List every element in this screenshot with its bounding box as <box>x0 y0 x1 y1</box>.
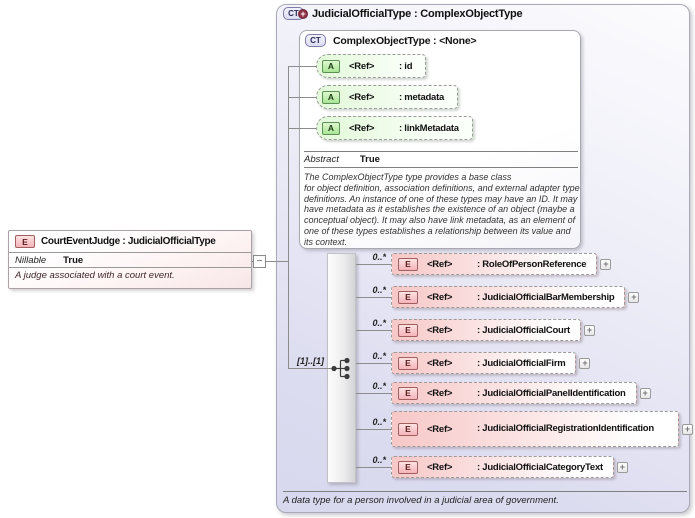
element-icon: E <box>398 323 418 337</box>
element-name: : JudicialOfficialRegistrationIdentifica… <box>477 423 654 435</box>
element-icon: E <box>398 386 418 400</box>
cardinality-label: 0..* <box>372 351 386 361</box>
attribute-ref: <Ref> <box>349 91 375 103</box>
element-icon: E <box>398 257 418 271</box>
attribute-icon: A <box>322 90 340 104</box>
element-box[interactable]: E <Ref> : RoleOfPersonReference <box>391 253 598 275</box>
element-name: : JudicialOfficialBarMembership <box>477 291 615 303</box>
cardinality-label: 0..* <box>372 285 386 295</box>
element-icon: E <box>398 422 418 436</box>
attribute-ref: <Ref> <box>349 60 375 72</box>
attribute-ref: <Ref> <box>349 122 375 134</box>
attribute-name: : id <box>399 60 413 72</box>
nillable-property-row: Nillable True <box>9 253 251 268</box>
element-row-judicialofficialpanelidentification: E <Ref> : JudicialOfficialPanelIdentific… <box>391 382 651 404</box>
property-label: Nillable <box>15 254 47 266</box>
expand-plus-button[interactable]: + <box>682 423 693 435</box>
element-name: : RoleOfPersonReference <box>477 258 587 270</box>
element-ref: <Ref> <box>427 357 453 369</box>
property-label: Abstract <box>304 154 339 165</box>
cardinality-label: 0..* <box>372 381 386 391</box>
element-ref: <Ref> <box>427 291 453 303</box>
derivation-plus-badge: + <box>298 9 308 19</box>
attribute-box-linkmetadata[interactable]: A <Ref> : linkMetadata <box>316 116 473 140</box>
element-box[interactable]: E <Ref> : JudicialOfficialCourt <box>391 319 581 341</box>
element-row-judicialofficialregistrationidentification: E <Ref> : JudicialOfficialRegistrationId… <box>391 411 693 447</box>
element-box[interactable]: E <Ref> : JudicialOfficialCategoryText <box>391 456 614 478</box>
left-element-annotation: A judge associated with a court event. <box>15 270 175 281</box>
element-row-roleofpersonreference: E <Ref> : RoleOfPersonReference + <box>391 253 612 275</box>
element-row-judicialofficialfirm: E <Ref> : JudicialOfficialFirm + <box>391 352 591 374</box>
cardinality-label: 0..* <box>372 252 386 262</box>
cardinality-label: 0..* <box>372 455 386 465</box>
property-value: True <box>63 254 84 266</box>
element-name: : JudicialOfficialFirm <box>477 357 566 369</box>
element-icon: E <box>398 460 418 474</box>
element-icon: E <box>15 235 35 248</box>
attribute-box-metadata[interactable]: A <Ref> : metadata <box>316 85 459 109</box>
attribute-icon: A <box>322 59 340 73</box>
expand-plus-button[interactable]: + <box>628 291 640 303</box>
expand-plus-button[interactable]: + <box>583 324 595 336</box>
schema-diagram: CT + JudicialOfficialType : ComplexObjec… <box>0 0 695 518</box>
expand-plus-button[interactable]: + <box>616 461 628 473</box>
abstract-property-row: Abstract True <box>304 151 578 168</box>
complex-type-icon: CT <box>305 34 326 47</box>
expand-plus-button[interactable]: + <box>600 258 612 270</box>
element-name: : JudicialOfficialCategoryText <box>477 461 603 473</box>
expand-plus-button[interactable]: + <box>579 357 591 369</box>
base-type-annotation: The ComplexObjectType type provides a ba… <box>304 172 580 247</box>
element-name: : JudicialOfficialPanelIdentification <box>477 387 626 399</box>
base-type-title: ComplexObjectType : <None> <box>333 34 477 47</box>
element-ref: <Ref> <box>427 423 453 435</box>
element-box[interactable]: E <Ref> : JudicialOfficialFirm <box>391 352 577 374</box>
element-icon: E <box>398 290 418 304</box>
attribute-name: : metadata <box>399 91 445 103</box>
collapse-minus-button[interactable]: − <box>253 255 266 268</box>
complex-type-derived-icon: CT + <box>283 7 308 20</box>
element-ref: <Ref> <box>427 324 453 336</box>
sequence-cardinality-label: [1]..[1] <box>297 356 324 366</box>
type-annotation: A data type for a person involved in a j… <box>283 491 687 506</box>
element-box-courteventjudge[interactable]: E CourtEventJudge : JudicialOfficialType… <box>8 230 252 289</box>
element-row-judicialofficialcategorytext: E <Ref> : JudicialOfficialCategoryText + <box>391 456 628 478</box>
element-ref: <Ref> <box>427 387 453 399</box>
attribute-box-id[interactable]: A <Ref> : id <box>316 54 427 78</box>
cardinality-label: 0..* <box>372 417 386 427</box>
cardinality-label: 0..* <box>372 318 386 328</box>
expand-plus-button[interactable]: + <box>639 387 651 399</box>
element-box[interactable]: E <Ref> : JudicialOfficialBarMembership <box>391 286 626 308</box>
element-box[interactable]: E <Ref> : JudicialOfficialRegistrationId… <box>391 411 679 447</box>
element-ref: <Ref> <box>427 258 453 270</box>
element-icon: E <box>398 356 418 370</box>
element-ref: <Ref> <box>427 461 453 473</box>
element-row-judicialofficialcourt: E <Ref> : JudicialOfficialCourt + <box>391 319 595 341</box>
element-name: : JudicialOfficialCourt <box>477 324 570 336</box>
attribute-icon: A <box>322 121 340 135</box>
element-box[interactable]: E <Ref> : JudicialOfficialPanelIdentific… <box>391 382 637 404</box>
type-box-title: JudicialOfficialType : ComplexObjectType <box>312 7 523 20</box>
left-element-title: CourtEventJudge : JudicialOfficialType <box>41 236 216 247</box>
attribute-name: : linkMetadata <box>399 122 459 134</box>
element-row-judicialofficialbarmembership: E <Ref> : JudicialOfficialBarMembership … <box>391 286 640 308</box>
property-value: True <box>359 154 380 165</box>
